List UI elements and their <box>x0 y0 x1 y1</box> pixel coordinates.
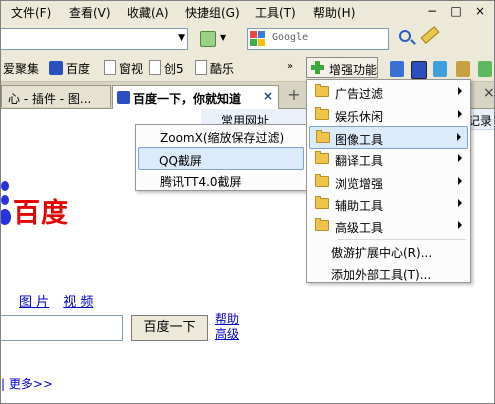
chevron-right-icon <box>458 221 462 229</box>
baidu-icon <box>49 61 63 75</box>
menu-folder-entertainment[interactable]: 娱乐休闲 <box>309 104 468 127</box>
menubar: 文件(F) 查看(V) 收藏(A) 快捷组(G) 工具(T) 帮助(H) − □… <box>1 1 494 21</box>
baidu-search-button[interactable]: 百度一下 <box>131 315 208 341</box>
tab-label: 心 - 插件 - 图... <box>8 92 92 106</box>
page-icon <box>149 60 161 75</box>
enhance-label: 增强功能 <box>329 63 378 77</box>
menu-folder-translate[interactable]: 翻译工具 <box>309 148 468 171</box>
folder-icon <box>315 151 329 164</box>
paw-dot <box>1 209 11 225</box>
menu-tools[interactable]: 工具(T) <box>255 4 296 21</box>
logo-text: 百度 <box>13 198 69 229</box>
menu-favorites[interactable]: 收藏(A) <box>127 4 169 21</box>
close-tab-icon[interactable]: × <box>483 85 494 101</box>
navigation-bar: ▼ ▼ Google <box>1 21 494 55</box>
folder-icon <box>316 130 330 143</box>
chevron-right-icon <box>458 87 462 95</box>
close-window-button[interactable]: × <box>471 3 489 19</box>
search-icon[interactable] <box>399 30 411 42</box>
new-tab-icon[interactable]: + <box>285 86 303 104</box>
more-link[interactable]: | 更多>> <box>1 375 53 392</box>
menu-item-qq-screenshot[interactable]: QQ截屏 <box>138 147 304 170</box>
folder-icon <box>315 218 329 231</box>
menu-folder-advanced[interactable]: 高级工具 <box>309 215 468 238</box>
menu-item-extension-center[interactable]: 傲游扩展中心(R)... <box>309 240 468 263</box>
minimize-button[interactable]: − <box>423 3 441 19</box>
close-icon[interactable]: × <box>263 89 273 103</box>
page-icon <box>195 60 207 75</box>
bookmark-item[interactable]: 酷乐 <box>195 60 234 77</box>
enhance-menu: 广告过滤 娱乐休闲 图像工具 翻译工具 浏览增强 辅助工具 高级工具 傲游扩展中… <box>306 79 471 283</box>
folder-icon <box>315 196 329 209</box>
baidu-icon <box>117 91 130 104</box>
bookmark-item[interactable]: 窗视 <box>104 60 143 77</box>
enhance-button[interactable]: 增强功能 <box>306 57 378 78</box>
tools-icon[interactable] <box>456 61 470 77</box>
google-icon[interactable] <box>250 31 266 47</box>
menu-folder-ad-filter[interactable]: 广告过滤 <box>309 81 468 104</box>
page-icon <box>104 60 116 75</box>
folder-icon <box>315 84 329 97</box>
link-images[interactable]: 图 片 <box>19 295 49 310</box>
window-icon[interactable] <box>411 61 427 79</box>
bookmark-item[interactable]: 爱聚集 <box>3 60 39 77</box>
folder-icon <box>315 174 329 187</box>
chevron-down-icon[interactable]: ▼ <box>178 33 185 43</box>
menu-item-add-external-tool[interactable]: 添加外部工具(T)... <box>309 262 468 285</box>
advanced-link[interactable]: 高级 <box>215 325 239 342</box>
menu-view[interactable]: 查看(V) <box>69 4 111 21</box>
search-input[interactable]: Google <box>247 28 389 50</box>
search-placeholder: Google <box>272 32 309 43</box>
baidu-search-input[interactable] <box>1 315 123 341</box>
go-dropdown-icon[interactable]: ▼ <box>220 33 226 42</box>
chevron-right-icon <box>457 133 461 141</box>
menu-help[interactable]: 帮助(H) <box>313 4 355 21</box>
chevron-right-icon <box>458 199 462 207</box>
address-input[interactable]: ▼ <box>1 28 188 50</box>
menu-folder-image-tools[interactable]: 图像工具 <box>309 126 468 149</box>
chevron-right-icon <box>458 110 462 118</box>
paw-dot <box>1 181 9 191</box>
maximize-button[interactable]: □ <box>447 3 465 19</box>
menu-folder-browse[interactable]: 浏览增强 <box>309 171 468 194</box>
more-bookmarks-icon[interactable]: » <box>287 61 293 72</box>
bookmark-icon[interactable] <box>433 61 447 77</box>
menu-quickgroup[interactable]: 快捷组(G) <box>185 4 240 21</box>
paw-dot <box>1 195 9 205</box>
image-tools-submenu: ZoomX(缩放保存过滤) QQ截屏 腾讯TT4.0截屏 <box>135 124 307 191</box>
menu-item-zoomx[interactable]: ZoomX(缩放保存过滤) <box>138 125 304 148</box>
history-link[interactable]: 记录 <box>468 112 492 129</box>
toolbar-icon[interactable] <box>390 61 404 77</box>
browser-window: 文件(F) 查看(V) 收藏(A) 快捷组(G) 工具(T) 帮助(H) − □… <box>0 0 495 404</box>
bookmark-item[interactable]: 创5 <box>149 60 184 77</box>
tab-baidu[interactable]: 百度一下，你就知道 × <box>112 85 279 109</box>
plus-icon <box>311 61 324 74</box>
tab-plugin[interactable]: 心 - 插件 - 图... <box>1 85 111 107</box>
plugin-icon[interactable] <box>478 61 492 77</box>
link-videos[interactable]: 视 频 <box>63 295 93 310</box>
tab-label: 百度一下，你就知道 <box>133 92 242 106</box>
chevron-right-icon <box>458 154 462 162</box>
menu-file[interactable]: 文件(F) <box>11 4 51 21</box>
bookmark-item[interactable]: 百度 <box>49 60 90 77</box>
pen-icon[interactable] <box>420 26 440 44</box>
menu-folder-assist[interactable]: 辅助工具 <box>309 193 468 216</box>
category-links: 图 片 视 频 <box>19 291 103 310</box>
chevron-right-icon <box>458 177 462 185</box>
menu-item-tt-screenshot[interactable]: 腾讯TT4.0截屏 <box>138 169 304 192</box>
folder-icon <box>315 107 329 120</box>
go-icon[interactable] <box>200 31 216 47</box>
